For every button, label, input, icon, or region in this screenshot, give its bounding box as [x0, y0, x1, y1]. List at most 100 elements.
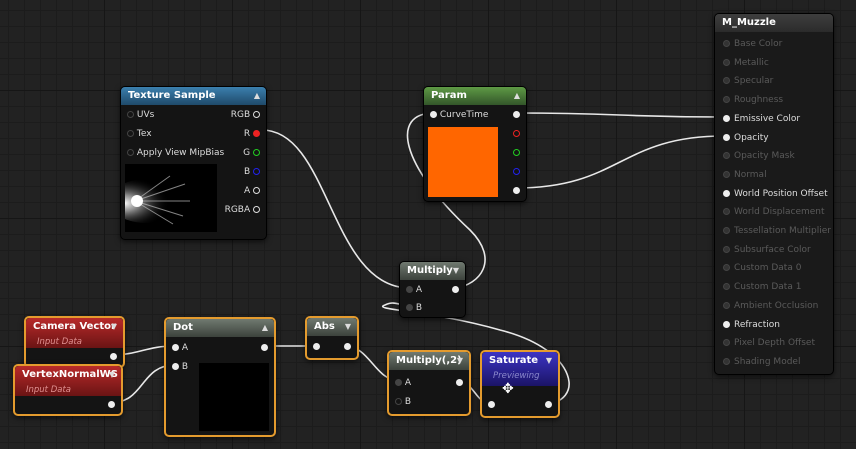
pin-label: A	[404, 378, 412, 388]
pin-camera-vector-out[interactable]	[110, 351, 117, 363]
multiply-node[interactable]: Multiply ▼ A B	[399, 261, 466, 318]
pin-abs-out[interactable]	[344, 341, 351, 353]
collapse-arrow-icon[interactable]: ▲	[514, 87, 520, 105]
pin-multiply-a[interactable]: A	[406, 284, 422, 296]
pin-apply-view-mipbias[interactable]: Apply View MipBias	[127, 147, 224, 159]
dot-node[interactable]: Dot ▲ A B	[164, 317, 276, 437]
material-input-pin[interactable]: Emissive Color	[723, 113, 800, 125]
saturate-node[interactable]: Saturate ▼ Previewing ✥	[480, 350, 560, 418]
pin-dot-icon	[456, 379, 463, 386]
pin-multiply-out[interactable]	[452, 284, 459, 296]
material-input-label: Normal	[734, 169, 767, 180]
pin-label: B	[243, 167, 251, 177]
collapse-arrow-icon[interactable]: ▼	[345, 318, 351, 336]
material-input-pin[interactable]: Shading Model	[723, 356, 800, 368]
material-input-pin[interactable]: Normal	[723, 169, 767, 181]
pin-dot-icon	[452, 286, 459, 293]
camera-vector-node[interactable]: Camera Vector ▼ Input Data	[24, 316, 125, 368]
param-header[interactable]: Param ▲	[424, 87, 526, 105]
pin-dot-icon	[723, 245, 730, 253]
vertex-normal-node[interactable]: VertexNormalWS ▼ Input Data	[13, 364, 123, 416]
material-input-pin[interactable]: Pixel Depth Offset	[723, 337, 815, 349]
material-input-label: Refraction	[734, 319, 780, 330]
material-input-pin[interactable]: Opacity Mask	[723, 150, 795, 162]
collapse-arrow-icon[interactable]: ▲	[262, 319, 268, 337]
material-input-label: Emissive Color	[734, 113, 801, 124]
material-input-pin[interactable]: Base Color	[723, 38, 782, 50]
material-input-pin[interactable]: Refraction	[723, 319, 780, 331]
pin-dot-b[interactable]: B	[172, 361, 188, 373]
pin-multiply-b[interactable]: B	[406, 302, 422, 314]
multiply2-node[interactable]: Multiply(,2) ▼ A B	[387, 350, 471, 416]
material-input-label: World Position Offset	[734, 188, 828, 199]
multiply2-header[interactable]: Multiply(,2) ▼	[389, 352, 469, 370]
material-input-pin[interactable]: World Position Offset	[723, 188, 828, 200]
material-output-node[interactable]: M_Muzzle Base Color Metallic Specular Rough…	[714, 13, 834, 375]
abs-node[interactable]: Abs ▼	[305, 316, 359, 360]
pin-dot-icon	[253, 111, 260, 118]
pin-dot-icon	[723, 339, 730, 347]
collapse-arrow-icon[interactable]: ▼	[546, 352, 552, 370]
multiply-header[interactable]: Multiply ▼	[400, 262, 465, 280]
pin-multiply2-out[interactable]	[456, 377, 463, 389]
pin-dot-icon	[723, 357, 730, 365]
collapse-arrow-icon[interactable]: ▼	[109, 366, 115, 384]
pin-dot-a[interactable]: A	[172, 342, 188, 354]
material-input-pin[interactable]: Custom Data 1	[723, 281, 801, 293]
camera-vector-header[interactable]: Camera Vector ▼ Input Data	[26, 318, 123, 348]
vertex-normal-header[interactable]: VertexNormalWS ▼ Input Data	[15, 366, 121, 396]
pin-param-a[interactable]	[513, 185, 520, 197]
material-graph-canvas[interactable]: Texture Sample ▲ UVs Tex Apply View MipB…	[0, 0, 856, 449]
move-cursor-icon: ✥	[502, 381, 514, 397]
pin-a[interactable]: A	[244, 185, 260, 197]
pin-b[interactable]: B	[244, 166, 260, 178]
pin-tex[interactable]: Tex	[127, 128, 152, 140]
collapse-arrow-icon[interactable]: ▼	[457, 352, 463, 370]
pin-multiply2-a[interactable]: A	[395, 377, 411, 389]
pin-g[interactable]: G	[243, 147, 260, 159]
pin-rgb[interactable]: RGB	[231, 109, 260, 121]
saturate-header[interactable]: Saturate ▼ Previewing	[482, 352, 558, 386]
material-input-pin[interactable]: Subsurface Color	[723, 244, 811, 256]
material-input-pin[interactable]: Roughness	[723, 94, 783, 106]
material-output-header[interactable]: M_Muzzle	[715, 14, 833, 32]
pin-param-g[interactable]	[513, 147, 520, 159]
material-input-label: Opacity	[734, 132, 769, 143]
material-input-pin[interactable]: Specular	[723, 75, 773, 87]
pin-param-b[interactable]	[513, 166, 520, 178]
pin-param-out[interactable]	[513, 109, 520, 121]
pin-dot-icon	[723, 96, 730, 104]
pin-dot-icon	[723, 320, 730, 328]
material-input-pin[interactable]: Tessellation Multiplier	[723, 225, 831, 237]
material-input-pin[interactable]: World Displacement	[723, 206, 825, 218]
pin-saturate-in[interactable]	[488, 399, 495, 411]
collapse-arrow-icon[interactable]: ▼	[111, 318, 117, 336]
material-input-pin[interactable]: Opacity	[723, 132, 769, 144]
camera-vector-title: Camera Vector	[33, 321, 116, 332]
pin-label: G	[243, 148, 251, 158]
collapse-arrow-icon[interactable]: ▲	[254, 87, 260, 105]
pin-rgba[interactable]: RGBA	[225, 204, 260, 216]
dot-header[interactable]: Dot ▲	[166, 319, 274, 337]
texture-sample-header[interactable]: Texture Sample ▲	[121, 87, 266, 105]
pin-multiply2-b[interactable]: B	[395, 396, 411, 408]
texture-sample-node[interactable]: Texture Sample ▲ UVs Tex Apply View MipB…	[120, 86, 267, 240]
pin-vertex-normal-out[interactable]	[108, 399, 115, 411]
pin-param-r[interactable]	[513, 128, 520, 140]
param-node[interactable]: Param ▲ CurveTime	[423, 86, 527, 202]
pin-dot-out[interactable]	[261, 342, 268, 354]
abs-header[interactable]: Abs ▼	[307, 318, 357, 336]
material-input-pin[interactable]: Ambient Occlusion	[723, 300, 818, 312]
pin-saturate-out[interactable]	[545, 399, 552, 411]
pin-curvetime[interactable]: CurveTime	[430, 109, 488, 121]
pin-uvs[interactable]: UVs	[127, 109, 154, 121]
pin-r[interactable]: R	[244, 128, 260, 140]
collapse-arrow-icon[interactable]: ▼	[453, 262, 459, 280]
pin-abs-in[interactable]	[313, 341, 320, 353]
material-input-pin[interactable]: Metallic	[723, 57, 769, 69]
pin-dot-icon	[723, 189, 730, 197]
pin-dot-icon	[127, 130, 134, 137]
material-input-pin[interactable]: Custom Data 0	[723, 262, 801, 274]
pin-dot-icon	[488, 401, 495, 408]
material-input-label: Ambient Occlusion	[734, 300, 819, 311]
